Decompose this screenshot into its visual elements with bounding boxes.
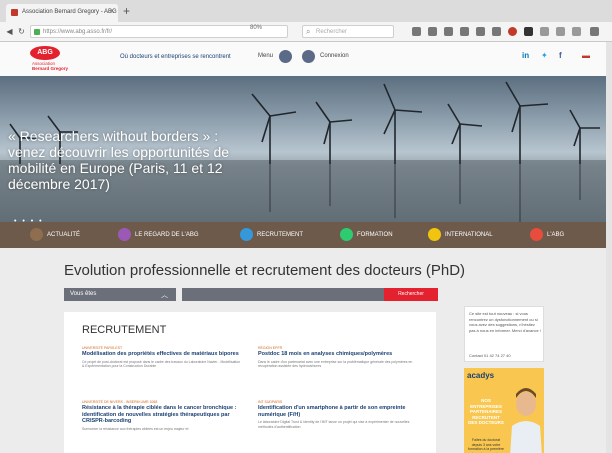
translate-icon[interactable]: [556, 27, 565, 36]
download-icon[interactable]: [412, 27, 421, 36]
site-tagline: Où docteurs et entreprises se rencontren…: [120, 54, 231, 60]
category-label: ACTUALITÉ: [47, 232, 81, 239]
ad-brand: acadys: [467, 371, 495, 380]
person-photo-icon: [510, 388, 542, 453]
url-text: https://www.abg.asso.fr/fr/: [43, 29, 113, 35]
pocket-icon[interactable]: [476, 27, 485, 36]
eye-icon: [118, 228, 131, 241]
category-formation[interactable]: FORMATION: [340, 228, 393, 242]
screenshot-icon[interactable]: [492, 27, 501, 36]
logo-line-2: Bernard Gregory: [32, 66, 69, 71]
extension-icon[interactable]: [524, 27, 533, 36]
site-notice-box: Ce site est tout nouveau : si vous renco…: [464, 306, 544, 362]
ad-headline: NOS ENTREPRISES PARTENAIRES RECRUTENT DE…: [468, 398, 504, 425]
home-icon[interactable]: [428, 27, 437, 36]
tab-title: Association Bernard Gregory - ABG: [22, 9, 117, 15]
category-abg[interactable]: L'ABG: [530, 228, 564, 242]
category-recrutement[interactable]: RECRUTEMENT: [240, 228, 303, 242]
main-content: Evolution professionnelle et recrutement…: [54, 248, 554, 453]
abg-logo[interactable]: ABG Association Bernard Gregory: [30, 46, 86, 72]
graduation-icon: [340, 228, 353, 241]
job-description: Dans le cadre d'un partenariat avec une …: [258, 359, 413, 369]
category-international[interactable]: INTERNATIONAL: [428, 228, 493, 242]
browser-search-input[interactable]: ⌕ Rechercher: [302, 25, 394, 38]
browser-tab-bar: Association Bernard Gregory - ABG ✕ +: [0, 0, 612, 22]
job-title[interactable]: Modélisation des propriétés effectives d…: [82, 351, 242, 358]
twitter-icon[interactable]: ✦: [541, 51, 548, 60]
contact-info[interactable]: Contact 01 42 74 27 40: [469, 353, 511, 358]
search-icon: ⌕: [306, 27, 311, 36]
browser-navigation-bar: ◀ ↻ https://www.abg.asso.fr/fr/ 80% ⌕ Re…: [0, 22, 612, 42]
addon-icon[interactable]: [508, 27, 517, 36]
job-listing[interactable]: RÉGION EPFR Postdoc 18 mois en analyses …: [258, 346, 418, 369]
facebook-icon[interactable]: f: [559, 51, 562, 60]
job-title[interactable]: Postdoc 18 mois en analyses chimiques/po…: [258, 351, 418, 358]
recruitment-heading: RECRUTEMENT: [82, 324, 167, 336]
partner-advertisement[interactable]: acadys NOS ENTREPRISES PARTENAIRES RECRU…: [464, 368, 544, 453]
job-description: Surmonter la résistance aux thérapies ci…: [82, 426, 189, 431]
job-description: Le laboratoire Digital Trust & Identity …: [258, 420, 410, 429]
site-search-input[interactable]: [182, 288, 384, 301]
new-tab-button[interactable]: +: [123, 5, 130, 17]
hamburger-menu-icon[interactable]: [590, 27, 599, 36]
reload-icon[interactable]: ↻: [16, 26, 27, 37]
category-regard[interactable]: LE REGARD DE L'ABG: [118, 228, 199, 242]
hero-banner[interactable]: « Researchers without borders » : venez …: [0, 76, 612, 222]
page-scrollbar[interactable]: [606, 42, 612, 453]
ad-footer: Faites du doctorat depuis 3 ans votre fo…: [468, 438, 504, 453]
menu-label[interactable]: Menu: [258, 53, 273, 59]
web-page: ABG Association Bernard Gregory Où docte…: [0, 42, 612, 453]
back-arrow-icon[interactable]: ◀: [4, 26, 15, 37]
job-listing[interactable]: INT SUDPARIS Identification d'un smartph…: [258, 400, 418, 429]
job-listing[interactable]: UNIVERSITÉ DE NIVERS - INSERM UMR 1068 R…: [82, 400, 242, 431]
menu-icon[interactable]: [279, 50, 292, 63]
browser-tab[interactable]: Association Bernard Gregory - ABG ✕: [6, 4, 118, 22]
linkedin-icon[interactable]: in: [522, 51, 529, 60]
profile-select-label: Vous êtes: [70, 291, 97, 297]
job-title[interactable]: Résistance à la thérapie ciblée dans le …: [82, 405, 242, 425]
chevron-up-icon: ︿: [161, 292, 168, 299]
site-header: ABG Association Bernard Gregory Où docte…: [0, 42, 612, 76]
zoom-level[interactable]: 80%: [250, 25, 262, 31]
job-employer: UNIVERSITÉ DE NIVERS - INSERM UMR 1068: [82, 400, 158, 404]
logo-mark: ABG: [30, 46, 60, 60]
bookmark-icon[interactable]: [444, 27, 453, 36]
page-title: Evolution professionnelle et recrutement…: [64, 262, 466, 279]
job-listing[interactable]: UNIVERSITÉ PARIS-EST Modélisation des pr…: [82, 346, 242, 369]
job-title[interactable]: Identification d'un smartphone à partir …: [258, 405, 418, 418]
category-label: INTERNATIONAL: [445, 232, 493, 239]
search-placeholder: Rechercher: [316, 29, 348, 35]
category-nav-bar: ACTUALITÉ LE REGARD DE L'ABG RECRUTEMENT…: [0, 222, 612, 248]
briefcase-icon: [240, 228, 253, 241]
close-tab-icon[interactable]: ✕: [109, 7, 115, 15]
chat-icon: [530, 228, 543, 241]
language-flag-icon[interactable]: ▬: [582, 51, 590, 60]
hero-headline[interactable]: « Researchers without borders » : venez …: [8, 128, 258, 192]
job-employer: INT SUDPARIS: [258, 400, 283, 404]
user-icon[interactable]: [302, 50, 315, 63]
site-favicon-icon: [11, 9, 18, 16]
leaf-icon: [30, 228, 43, 241]
job-employer: RÉGION EPFR: [258, 346, 283, 350]
job-employer: UNIVERSITÉ PARIS-EST: [82, 346, 123, 350]
category-label: FORMATION: [357, 232, 393, 239]
recruitment-card: RECRUTEMENT UNIVERSITÉ PARIS-EST Modélis…: [64, 312, 436, 453]
sync-icon[interactable]: [540, 27, 549, 36]
library-icon[interactable]: [460, 27, 469, 36]
connexion-link[interactable]: Connexion: [320, 53, 349, 59]
category-label: RECRUTEMENT: [257, 232, 303, 239]
globe-icon: [428, 228, 441, 241]
secure-lock-icon: [34, 29, 40, 35]
reader-icon[interactable]: [572, 27, 581, 36]
site-notice-text: Ce site est tout nouveau : si vous renco…: [469, 311, 541, 333]
search-button[interactable]: Rechercher: [384, 288, 438, 301]
category-label: LE REGARD DE L'ABG: [135, 232, 199, 239]
category-label: L'ABG: [547, 232, 565, 239]
profile-select[interactable]: Vous êtes ︿: [64, 288, 176, 301]
category-actualite[interactable]: ACTUALITÉ: [30, 228, 80, 242]
job-description: Ce projet de post-doctorat est proposé d…: [82, 359, 241, 369]
